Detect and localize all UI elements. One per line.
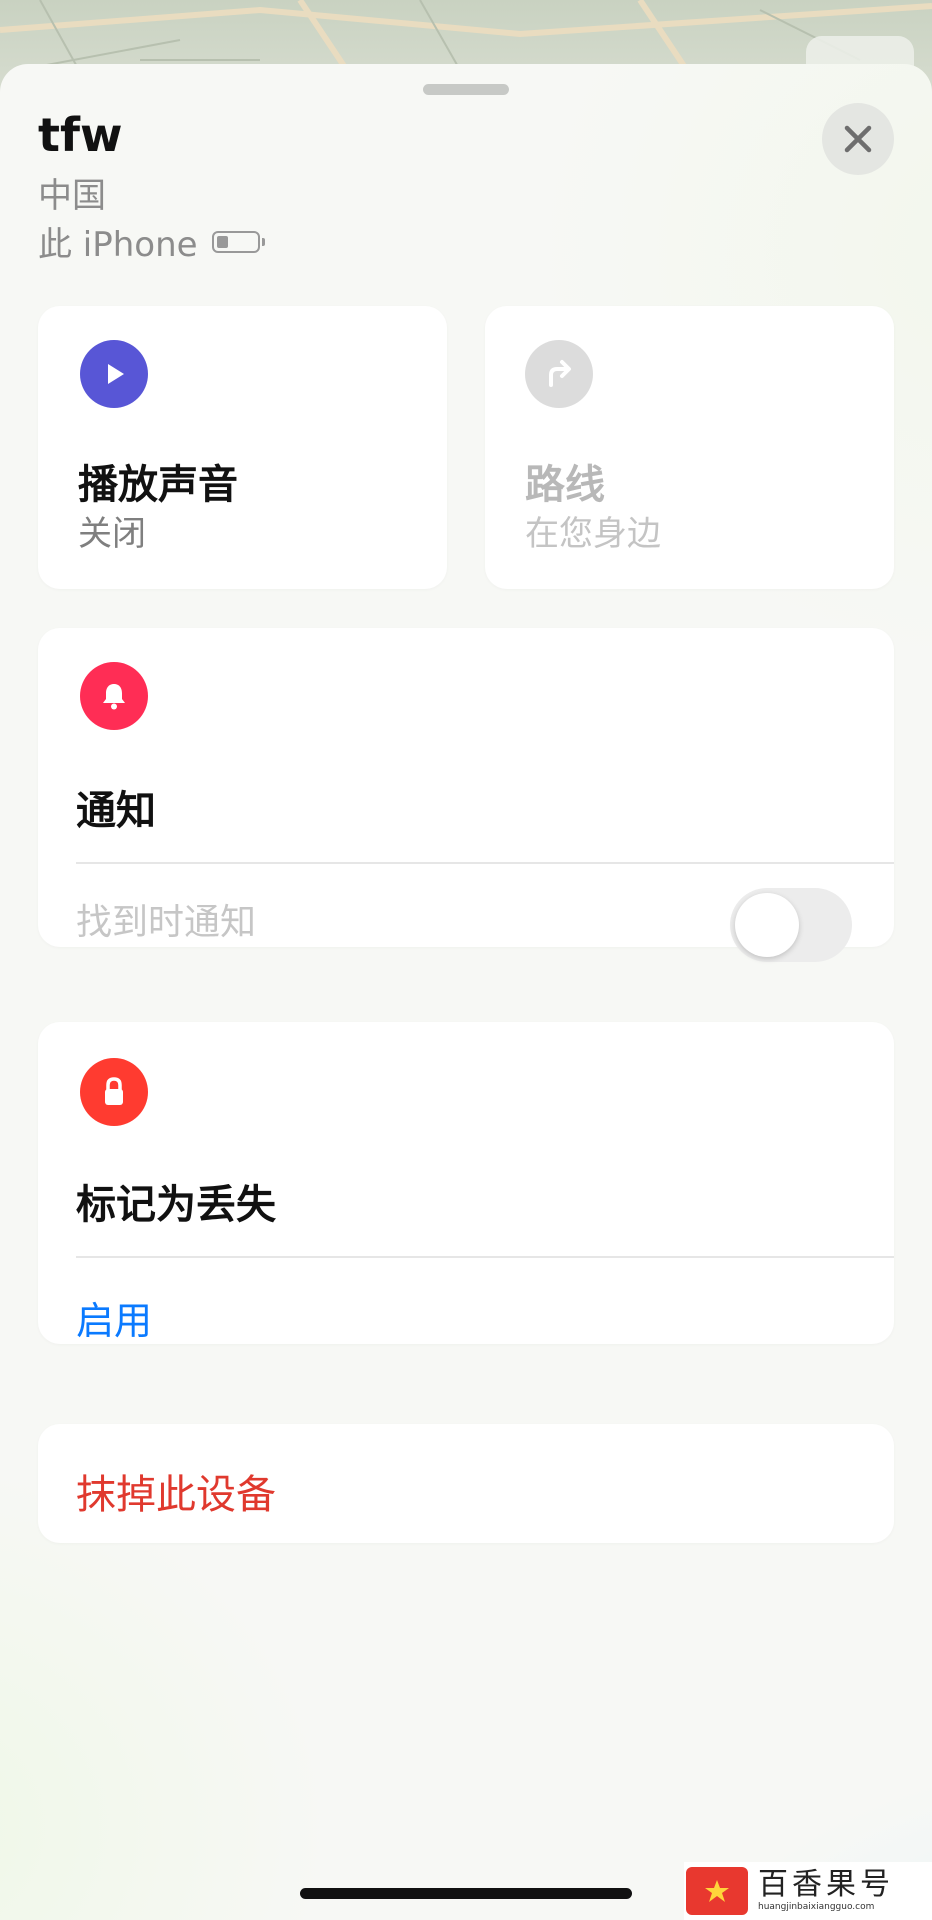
notifications-title: 通知 <box>76 788 156 834</box>
directions-title: 路线 <box>525 462 605 508</box>
enable-lost-mode-button[interactable]: 启用 <box>76 1290 152 1345</box>
divider <box>76 862 894 864</box>
device-label: 此 iPhone <box>38 225 198 265</box>
device-location: 中国 <box>38 176 106 216</box>
lost-mode-title: 标记为丢失 <box>76 1182 276 1228</box>
bell-icon <box>80 662 148 730</box>
directions-card[interactable]: 路线 在您身边 <box>485 306 894 589</box>
erase-device-button[interactable]: 抹掉此设备 <box>76 1462 276 1520</box>
device-name: tfw <box>38 108 123 162</box>
lost-mode-card: 标记为丢失 启用 <box>38 1022 894 1344</box>
close-icon <box>844 125 872 153</box>
notify-when-found-label: 找到时通知 <box>76 902 257 943</box>
directions-status: 在您身边 <box>525 514 661 554</box>
play-sound-status: 关闭 <box>78 514 146 554</box>
toggle-knob <box>735 893 799 957</box>
close-button[interactable] <box>822 103 894 175</box>
play-sound-title: 播放声音 <box>78 462 238 508</box>
notifications-card: 通知 找到时通知 <box>38 628 894 962</box>
watermark-logo-icon <box>686 1867 748 1915</box>
watermark-url: huangjinbaixiangguo.com <box>758 1902 875 1912</box>
divider <box>76 1256 894 1258</box>
watermark: 百香果号 huangjinbaixiangguo.com <box>684 1862 932 1920</box>
notify-when-found-toggle[interactable] <box>730 888 852 962</box>
play-icon <box>80 340 148 408</box>
battery-fill <box>216 235 228 248</box>
turn-right-arrow-icon <box>525 340 593 408</box>
battery-icon <box>211 230 265 253</box>
play-sound-card[interactable]: 播放声音 关闭 <box>38 306 447 589</box>
home-indicator[interactable] <box>300 1888 632 1899</box>
device-sheet: tfw 中国 此 iPhone 播放声音 关闭 路线 在您身边 通知 找到时通知… <box>0 64 932 1920</box>
lock-icon <box>80 1058 148 1126</box>
watermark-name: 百香果号 <box>758 1867 894 1902</box>
sheet-grabber[interactable] <box>423 84 509 95</box>
device-info: 此 iPhone <box>38 217 265 266</box>
erase-device-card[interactable]: 抹掉此设备 <box>38 1424 894 1543</box>
